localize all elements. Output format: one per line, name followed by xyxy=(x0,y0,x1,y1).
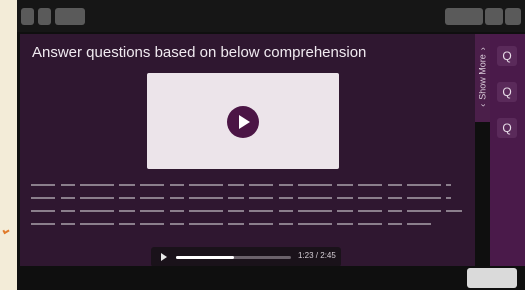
text-line xyxy=(31,210,464,212)
toolbar-right-button-2[interactable] xyxy=(485,8,503,25)
video-player[interactable] xyxy=(147,73,339,169)
audio-time-label: 1:23 / 2:45 xyxy=(298,251,336,260)
question-button[interactable]: Q xyxy=(497,118,517,138)
show-more-toggle[interactable]: ‹ Show More › xyxy=(475,34,490,122)
next-button[interactable] xyxy=(467,268,517,288)
show-more-label: Show More xyxy=(477,54,488,100)
question-title: Answer questions based on below comprehe… xyxy=(32,44,367,61)
toolbar-right-button-1[interactable] xyxy=(445,8,483,25)
text-line xyxy=(31,197,451,199)
text-line xyxy=(31,223,431,225)
audio-play-icon[interactable] xyxy=(161,253,167,261)
bottom-bar xyxy=(17,266,525,290)
chevron-up-icon: ‹ xyxy=(477,103,488,107)
play-icon[interactable] xyxy=(227,106,259,138)
question-stage: Answer questions based on below comprehe… xyxy=(20,34,475,267)
top-toolbar xyxy=(17,0,525,32)
audio-player[interactable]: 1:23 / 2:45 xyxy=(151,247,341,267)
audio-progress-fill xyxy=(176,256,234,259)
toolbar-right-button-3[interactable] xyxy=(505,8,521,25)
chevron-down-icon: › xyxy=(477,47,488,51)
edge-marker xyxy=(2,227,10,235)
audio-progress-track[interactable] xyxy=(176,256,291,259)
comprehension-text-placeholder xyxy=(31,184,464,229)
question-button[interactable]: Q xyxy=(497,82,517,102)
toolbar-button-3[interactable] xyxy=(55,8,85,25)
question-rail: Q Q Q xyxy=(490,34,525,266)
toolbar-button-1[interactable] xyxy=(21,8,34,25)
toolbar-button-2[interactable] xyxy=(38,8,51,25)
question-button[interactable]: Q xyxy=(497,46,517,66)
text-line xyxy=(31,184,451,186)
app-window: Answer questions based on below comprehe… xyxy=(17,0,525,290)
